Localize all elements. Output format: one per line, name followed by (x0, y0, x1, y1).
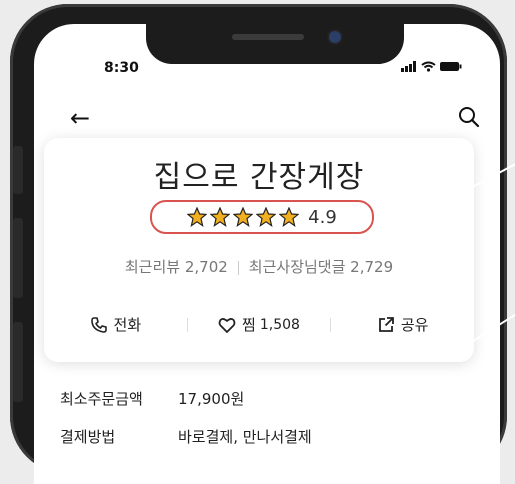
wifi-icon (421, 61, 436, 72)
rating-highlight: 4.9 (150, 200, 374, 234)
volume-down-button (13, 322, 23, 402)
signal-icon (401, 61, 416, 72)
back-arrow-icon[interactable]: ← (70, 104, 90, 132)
min-order-row: 최소주문금액 17,900원 (60, 388, 244, 409)
owner-reply-count[interactable]: 최근사장님댓글 2,729 (249, 258, 393, 276)
share-icon (378, 316, 394, 332)
recent-review-count[interactable]: 최근리뷰 2,702 (125, 258, 228, 276)
star-icon (210, 207, 231, 227)
status-time: 8:30 (104, 60, 139, 76)
call-button[interactable]: 전화 (44, 314, 187, 335)
call-label: 전화 (113, 316, 142, 334)
search-icon[interactable] (458, 106, 480, 128)
review-counts: 최근리뷰 2,702 최근사장님댓글 2,729 (44, 256, 474, 277)
payment-method-row: 결제방법 바로결제, 만나서결제 (60, 426, 312, 447)
mute-switch (13, 146, 23, 194)
star-icon (233, 207, 254, 227)
favorite-button[interactable]: 찜 1,508 (188, 314, 331, 335)
phone-icon (90, 316, 107, 333)
star-icon (256, 207, 277, 227)
min-order-value: 17,900원 (178, 390, 245, 408)
volume-up-button (13, 218, 23, 298)
divider (237, 260, 239, 275)
payment-method-value: 바로결제, 만나서결제 (178, 428, 312, 446)
min-order-key: 최소주문금액 (60, 390, 143, 408)
star-icon (187, 207, 208, 227)
store-name: 집으로 간장게장 (153, 160, 365, 195)
action-bar: 전화 찜 1,508 공유 (44, 314, 474, 335)
speaker (232, 34, 304, 40)
notch (146, 24, 404, 64)
favorite-count: 1,508 (259, 316, 300, 333)
heart-icon (218, 317, 236, 333)
battery-icon (440, 62, 462, 71)
share-label: 공유 (400, 316, 429, 334)
camera (329, 31, 341, 43)
star-icon (279, 207, 300, 227)
store-info-card: 집으로 간장게장 4.9 최근리뷰 2,702 최근사장님댓글 2,729 전화 … (44, 138, 474, 362)
payment-method-key: 결제방법 (60, 428, 116, 446)
rating-value: 4.9 (308, 206, 337, 228)
status-icons (401, 61, 462, 72)
favorite-label: 찜 (242, 316, 256, 334)
share-button[interactable]: 공유 (331, 314, 474, 335)
